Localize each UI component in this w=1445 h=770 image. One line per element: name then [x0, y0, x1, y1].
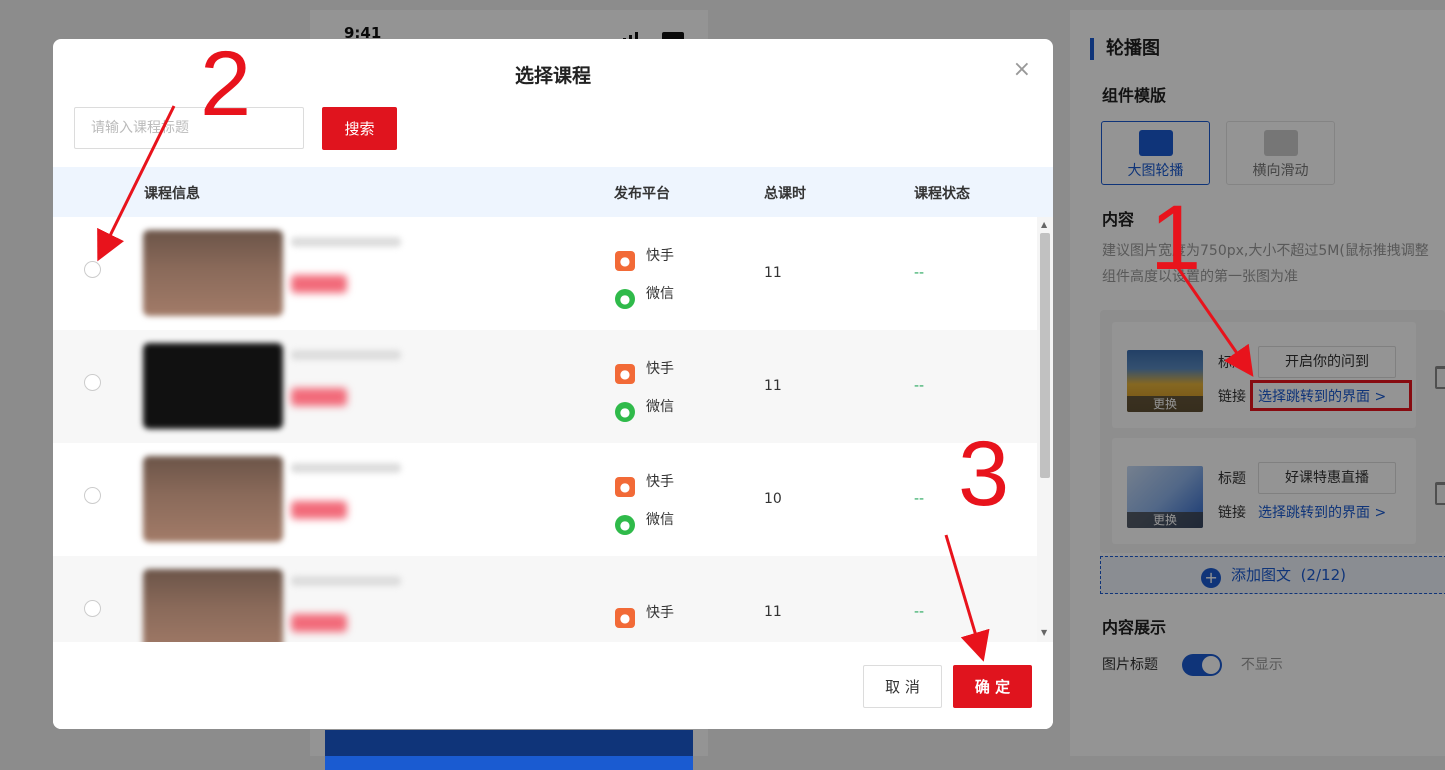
course-title-blurred: [291, 463, 401, 473]
table-row[interactable]: ● 快手 ● 微信 11 --: [53, 330, 1037, 443]
course-hours: 11: [764, 604, 782, 620]
col-platform: 发布平台: [614, 186, 670, 202]
platform-label: 微信: [646, 286, 674, 302]
course-search-input[interactable]: [74, 107, 304, 149]
platform-wechat: ● 微信: [615, 283, 674, 309]
kuaishou-icon: ●: [615, 251, 635, 271]
platform-label: 快手: [646, 361, 674, 377]
row-radio[interactable]: [84, 487, 101, 504]
course-price-blurred: [291, 275, 347, 293]
annotation-number-1: 1: [1150, 187, 1202, 289]
course-status: --: [914, 265, 925, 281]
scroll-thumb[interactable]: [1040, 233, 1050, 478]
platform-label: 快手: [646, 474, 674, 490]
platform-label: 快手: [646, 605, 674, 621]
scroll-up-icon[interactable]: ▲: [1041, 220, 1047, 229]
select-course-modal: 选择课程 × 搜索 课程信息 发布平台 总课时 课程状态 ●快手 ●微信 11 …: [53, 39, 1053, 729]
modal-footer: 取 消 确 定: [53, 642, 1053, 729]
table-row[interactable]: ● 快手 11 --: [53, 556, 1037, 642]
course-hours: 11: [764, 265, 782, 281]
cancel-button[interactable]: 取 消: [863, 665, 942, 708]
wechat-icon: ●: [615, 515, 635, 535]
course-price-blurred: [291, 501, 347, 519]
platform-wechat: ● 微信: [615, 509, 674, 535]
course-status: --: [914, 491, 925, 507]
platform-kuaishou: ● 快手: [615, 358, 674, 384]
course-thumbnail: [143, 569, 283, 642]
confirm-button[interactable]: 确 定: [953, 665, 1032, 708]
course-title-blurred: [291, 576, 401, 586]
col-course-info: 课程信息: [144, 186, 200, 202]
platform-label: 快手: [646, 248, 674, 264]
row-radio[interactable]: [84, 374, 101, 391]
row-radio[interactable]: [84, 261, 101, 278]
annotation-number-3: 3: [958, 423, 1010, 525]
course-price-blurred: [291, 388, 347, 406]
platform-kuaishou: ● 快手: [615, 602, 674, 628]
scroll-down-icon[interactable]: ▼: [1041, 628, 1047, 637]
wechat-icon: ●: [615, 289, 635, 309]
annotation-number-2: 2: [200, 33, 252, 135]
col-hours: 总课时: [764, 186, 806, 202]
platform-wechat: ● 微信: [615, 396, 674, 422]
col-status: 课程状态: [914, 186, 970, 202]
course-thumbnail: [143, 343, 283, 429]
platform-label: 微信: [646, 512, 674, 528]
course-price-blurred: [291, 614, 347, 632]
course-status: --: [914, 604, 925, 620]
course-status: --: [914, 378, 925, 394]
kuaishou-icon: ●: [615, 477, 635, 497]
kuaishou-icon: ●: [615, 608, 635, 628]
course-thumbnail: [143, 456, 283, 542]
course-title-blurred: [291, 237, 401, 247]
table-row[interactable]: ● 快手 ● 微信 10 --: [53, 443, 1037, 556]
course-hours: 11: [764, 378, 782, 394]
course-title-blurred: [291, 350, 401, 360]
platform-kuaishou: ● 快手: [615, 245, 674, 271]
platform-kuaishou: ● 快手: [615, 471, 674, 497]
kuaishou-icon: ●: [615, 364, 635, 384]
search-button[interactable]: 搜索: [322, 107, 397, 150]
platform-label: 微信: [646, 399, 674, 415]
table-scrollbar[interactable]: ▲ ▼: [1037, 217, 1053, 642]
table-header: 课程信息 发布平台 总课时 课程状态: [53, 167, 1053, 217]
close-icon[interactable]: ×: [1013, 57, 1031, 82]
table-row[interactable]: ● 快手 ● 微信 11 --: [53, 217, 1037, 330]
row-radio[interactable]: [84, 600, 101, 617]
course-table: ● 快手 ● 微信 11 -- ● 快手 ● 微信 11 -- ● 快手 ● 微信 10 -…: [53, 217, 1037, 642]
wechat-icon: ●: [615, 402, 635, 422]
course-thumbnail: [143, 230, 283, 316]
course-hours: 10: [764, 491, 782, 507]
